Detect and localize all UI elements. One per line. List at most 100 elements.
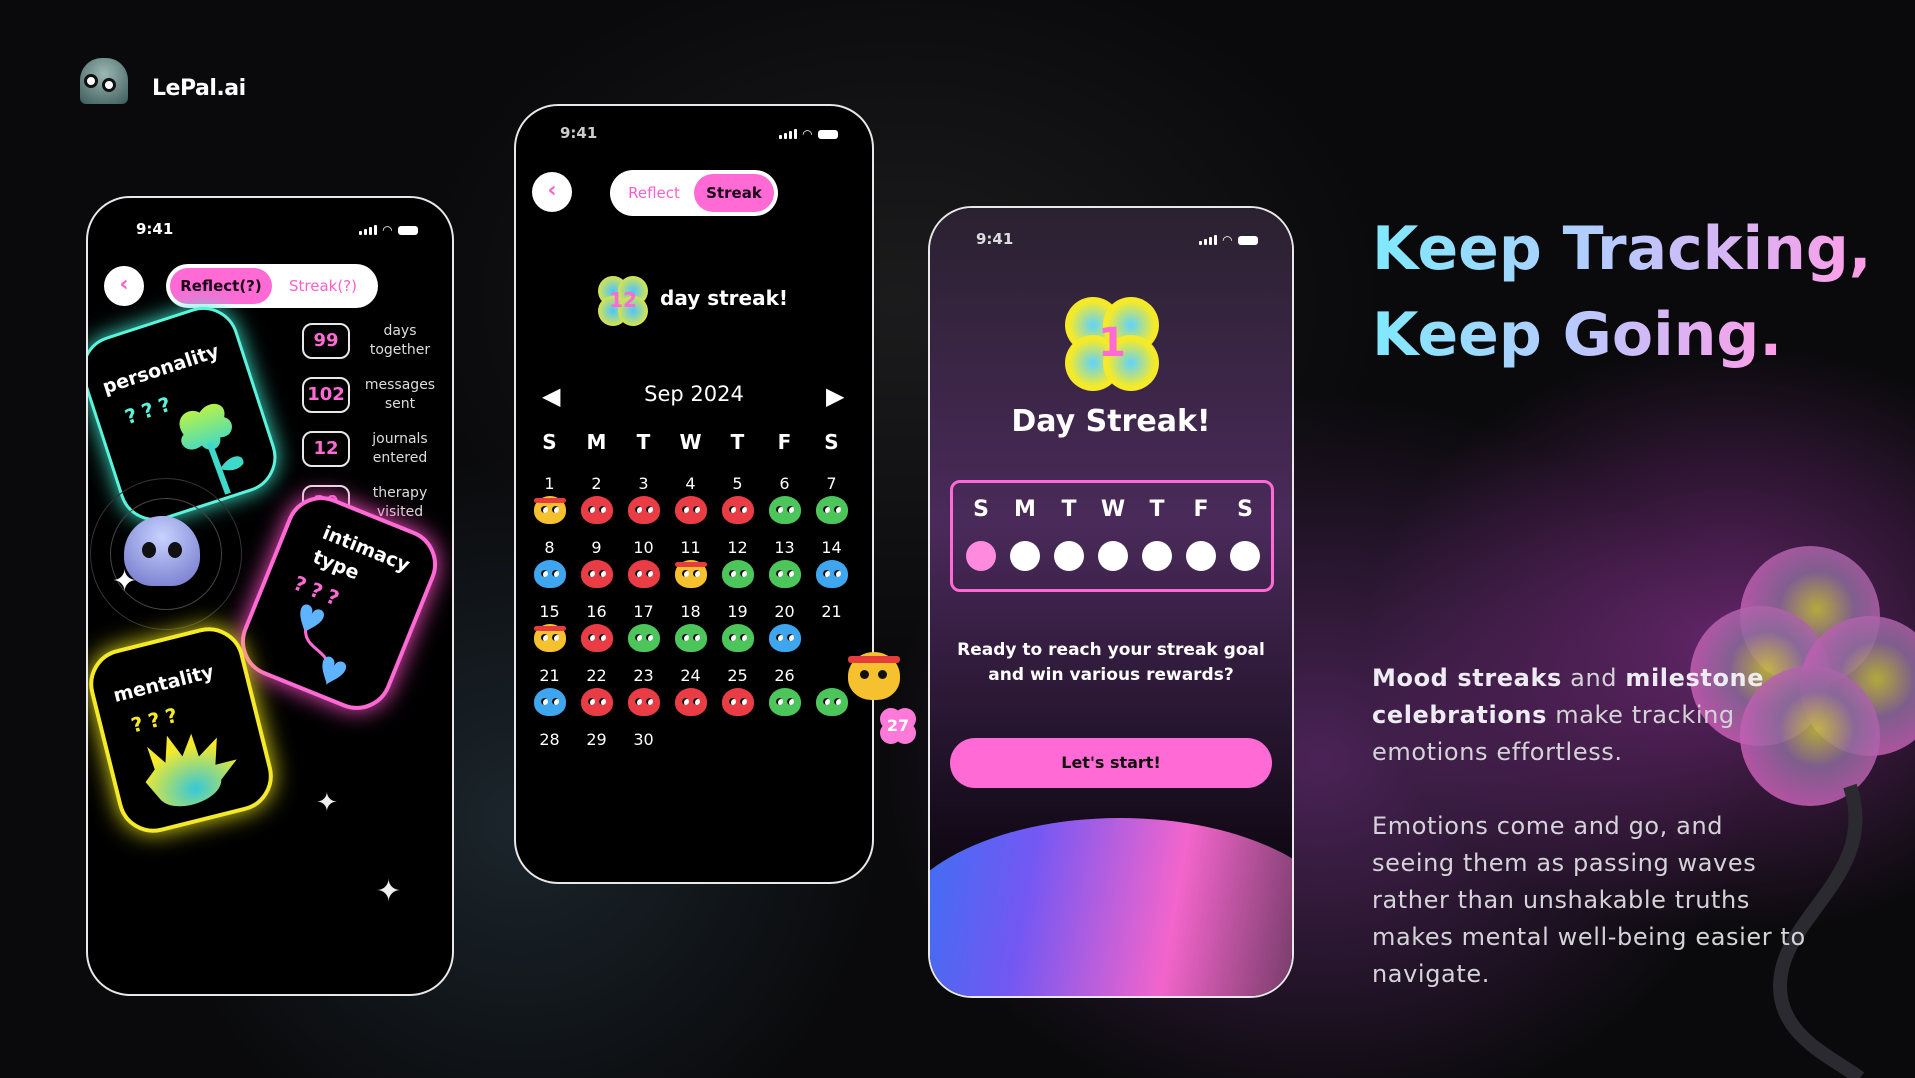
mood-green-icon — [769, 560, 801, 588]
mood-red-icon — [722, 496, 754, 524]
week-day-label: S — [1237, 497, 1253, 522]
week-day-dot — [1142, 541, 1172, 571]
calendar-day[interactable]: 11 — [667, 538, 714, 557]
calendar-day[interactable]: 13 — [761, 538, 808, 557]
hero-line-2: Keep Going. — [1372, 292, 1782, 378]
signal-icon — [1198, 235, 1217, 245]
today-mood-face — [848, 652, 900, 700]
copy-paragraph-2: Emotions come and go, and seeing them as… — [1372, 812, 1806, 988]
week-day-label: S — [973, 497, 989, 522]
calendar-day[interactable]: 23 — [620, 666, 667, 685]
stat-label: days together — [369, 323, 431, 358]
mood-green-icon — [816, 688, 848, 716]
status-time: 9:41 — [136, 220, 174, 238]
card-label: mentality — [111, 660, 217, 707]
calendar-day[interactable]: 9 — [573, 538, 620, 557]
tab-reflect[interactable]: Reflect — [614, 174, 694, 212]
mood-red-icon — [675, 496, 707, 524]
battery-icon — [818, 129, 838, 139]
calendar-day[interactable]: 28 — [526, 730, 573, 749]
wifi-icon: ◠ — [1222, 233, 1232, 247]
tab-reflect[interactable]: Reflect(?) — [170, 268, 272, 304]
week-day-label: T — [1061, 497, 1077, 522]
calendar-day[interactable]: 22 — [573, 666, 620, 685]
tab-streak[interactable]: Streak — [694, 174, 774, 212]
back-button[interactable]: ‹ — [104, 266, 144, 306]
calendar-day[interactable]: 20 — [761, 602, 808, 621]
calendar-day[interactable]: 3 — [620, 474, 667, 493]
calendar-day[interactable]: 24 — [667, 666, 714, 685]
calendar-day[interactable]: 30 — [620, 730, 667, 749]
week-day-dot — [1230, 541, 1260, 571]
mood-blue-icon — [534, 688, 566, 716]
mood-blue-icon — [534, 560, 566, 588]
calendar-day[interactable]: 5 — [714, 474, 761, 493]
mood-red-icon — [581, 560, 613, 588]
week-day-dot — [1054, 541, 1084, 571]
calendar-day[interactable]: 1 — [526, 474, 573, 493]
wifi-icon: ◠ — [802, 127, 812, 141]
mood-red-icon — [581, 496, 613, 524]
battery-icon — [1238, 235, 1258, 245]
calendar-day[interactable]: 17 — [620, 602, 667, 621]
streak-title: Day Streak! — [1011, 404, 1211, 439]
mood-green-icon — [769, 688, 801, 716]
status-icons: ◠ — [1198, 233, 1258, 247]
mood-red-icon — [675, 688, 707, 716]
calendar-day[interactable]: 21 — [808, 602, 855, 621]
calendar-day[interactable]: 19 — [714, 602, 761, 621]
calendar-day[interactable]: 7 — [808, 474, 855, 493]
streak-prompt: Ready to reach your streak goal and win v… — [957, 640, 1265, 685]
calendar-day[interactable]: 21 — [526, 666, 573, 685]
mood-blue-icon — [816, 560, 848, 588]
week-tracker: SMTWTFS — [950, 480, 1274, 592]
mood-yellow-icon — [534, 624, 566, 652]
calendar-day[interactable]: 6 — [761, 474, 808, 493]
mood-green-icon — [675, 624, 707, 652]
calendar-day[interactable]: 8 — [526, 538, 573, 557]
stat-journals: 12 journals entered — [302, 430, 436, 468]
mood-red-icon — [628, 688, 660, 716]
mood-yellow-icon — [534, 496, 566, 524]
weekday-header: T — [730, 430, 745, 454]
calendar-day[interactable]: 26 — [761, 666, 808, 685]
next-month-button[interactable]: ▶ — [826, 382, 844, 410]
calendar-day[interactable]: 29 — [573, 730, 620, 749]
stat-value: 102 — [302, 377, 350, 413]
back-button[interactable]: ‹ — [532, 172, 572, 212]
calendar-day[interactable]: 18 — [667, 602, 714, 621]
tab-streak[interactable]: Streak(?) — [272, 268, 374, 304]
week-day-dot — [1098, 541, 1128, 571]
calendar-day[interactable]: 16 — [573, 602, 620, 621]
weekday-header: S — [542, 430, 557, 454]
calendar-day[interactable]: 2 — [573, 474, 620, 493]
calendar-day[interactable]: 4 — [667, 474, 714, 493]
calendar-day[interactable]: 14 — [808, 538, 855, 557]
weekday-header: S — [824, 430, 839, 454]
status-time: 9:41 — [976, 230, 1014, 248]
decorative-wave — [930, 818, 1292, 996]
mood-red-icon — [628, 560, 660, 588]
mood-red-icon — [581, 688, 613, 716]
mood-green-icon — [769, 496, 801, 524]
calendar-day[interactable]: 15 — [526, 602, 573, 621]
calendar-day[interactable]: 10 — [620, 538, 667, 557]
streak-count: 12 — [609, 288, 637, 312]
weekday-header: M — [586, 430, 607, 454]
week-day-checked-icon — [966, 541, 996, 571]
stat-label: journals entered — [372, 431, 428, 466]
lets-start-button[interactable]: Let's start! — [950, 738, 1272, 788]
week-day-dot — [1010, 541, 1040, 571]
weekday-header: W — [679, 430, 702, 454]
calendar-grid: S M T W T F S 1 2 3 4 5 6 7 8 9 10 11 12 13 14 15 16 17 18 19 20 21… — [526, 430, 866, 870]
mood-green-icon — [628, 624, 660, 652]
stat-days: 99 days together — [302, 322, 436, 360]
stat-label: messages sent — [364, 377, 436, 412]
reflect-streak-toggle: Reflect Streak — [610, 170, 778, 216]
calendar-day[interactable]: 12 — [714, 538, 761, 557]
calendar-day[interactable]: 25 — [714, 666, 761, 685]
status-icons: ◠ — [358, 223, 418, 237]
month-label: Sep 2024 — [644, 382, 744, 406]
card-label: personality — [99, 340, 222, 399]
week-day-label: M — [1014, 497, 1036, 522]
